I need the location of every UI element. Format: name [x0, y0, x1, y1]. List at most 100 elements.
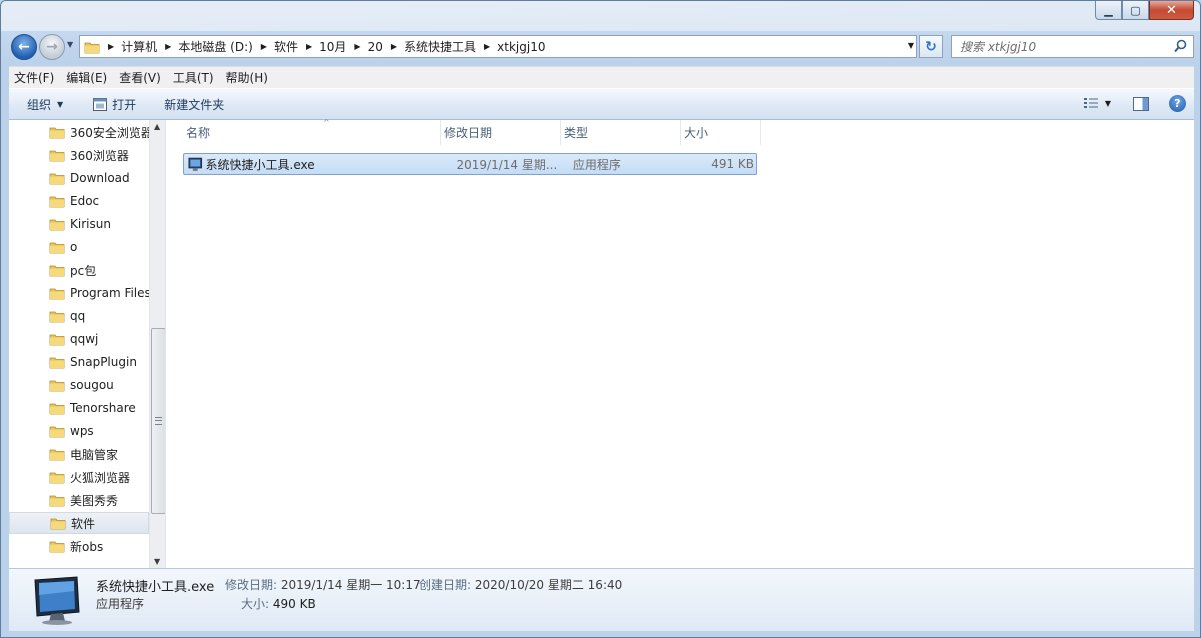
- folder-icon: [49, 357, 65, 369]
- sidebar-item[interactable]: sougou: [9, 374, 149, 396]
- details-modified-label: 修改日期:: [225, 578, 278, 592]
- sidebar-item-label: 美图秀秀: [70, 493, 119, 508]
- sidebar-item[interactable]: 新obs: [9, 535, 149, 557]
- maximize-button[interactable]: ▢: [1122, 1, 1149, 20]
- breadcrumb-separator-icon[interactable]: ▶: [306, 42, 312, 51]
- breadcrumb-item[interactable]: xtkjgj10: [497, 40, 545, 54]
- sidebar-item[interactable]: o: [9, 236, 149, 258]
- sidebar-item[interactable]: 火狐浏览器: [9, 466, 149, 488]
- breadcrumb-separator-icon[interactable]: ▶: [165, 42, 171, 51]
- refresh-icon: ↻: [925, 38, 937, 55]
- help-icon[interactable]: ?: [1169, 95, 1186, 112]
- view-options-dropdown[interactable]: ▼: [1105, 99, 1111, 108]
- scroll-up-icon[interactable]: ▲: [154, 122, 160, 131]
- sidebar-item[interactable]: Download: [9, 167, 149, 189]
- breadcrumb-separator-icon[interactable]: ▶: [484, 42, 490, 51]
- folder-icon: [49, 380, 65, 392]
- organize-button[interactable]: 组织 ▼: [17, 96, 73, 113]
- details-pane: 系统快捷小工具.exe 应用程序 修改日期: 2019/1/14 星期一 10:…: [9, 568, 1194, 631]
- preview-pane-icon[interactable]: [1133, 96, 1149, 111]
- minimize-button[interactable]: ▁: [1095, 1, 1122, 20]
- scroll-down-icon[interactable]: ▼: [154, 557, 160, 566]
- file-row[interactable]: 系统快捷小工具.exe 2019/1/14 星期... 应用程序 491 KB: [183, 153, 757, 175]
- recent-pages-dropdown[interactable]: ▼: [67, 40, 73, 49]
- sidebar-item-label: Tenorshare: [70, 401, 136, 415]
- column-header-name[interactable]: 名称 ^: [183, 118, 441, 145]
- sidebar-item[interactable]: Program Files: [9, 282, 149, 304]
- breadcrumb-item[interactable]: 本地磁盘 (D:): [178, 38, 252, 55]
- sidebar-item-label: Program Files: [70, 286, 149, 300]
- breadcrumb-item[interactable]: 计算机: [121, 38, 157, 55]
- folder-icon: [49, 472, 65, 484]
- maximize-icon: ▢: [1130, 3, 1141, 17]
- open-app-icon: [93, 97, 108, 111]
- breadcrumb-separator-icon[interactable]: ▶: [108, 42, 114, 51]
- title-bar[interactable]: [1, 1, 1200, 31]
- sidebar-item-label: o: [70, 240, 78, 254]
- sidebar-item[interactable]: 360浏览器: [9, 144, 149, 166]
- close-button[interactable]: ✕: [1149, 1, 1194, 20]
- column-modified-label: 修改日期: [444, 126, 493, 140]
- address-bar[interactable]: ▶ 计算机 ▶ 本地磁盘 (D:) ▶ 软件 ▶ 10月 ▶ 20 ▶ 系统快捷工具 ▶ xtkjgj10…: [79, 35, 917, 58]
- menu-file[interactable]: 文件(F): [9, 69, 59, 86]
- sidebar-item-label: SnapPlugin: [70, 355, 137, 369]
- sidebar-item[interactable]: Edoc: [9, 190, 149, 212]
- sidebar-item-label: 360安全浏览器: [70, 125, 149, 140]
- open-button[interactable]: 打开: [83, 96, 146, 113]
- folder-icon: [84, 42, 100, 53]
- new-folder-button[interactable]: 新建文件夹: [154, 96, 234, 113]
- view-details-icon[interactable]: [1083, 97, 1099, 111]
- search-icon[interactable]: [1174, 39, 1187, 53]
- breadcrumb-item[interactable]: 20: [368, 40, 383, 54]
- sidebar-item[interactable]: 360安全浏览器: [9, 121, 149, 143]
- sidebar-item[interactable]: pc包: [9, 259, 149, 281]
- address-history-dropdown[interactable]: ▼: [908, 41, 914, 50]
- menu-edit[interactable]: 编辑(E): [61, 69, 112, 86]
- sidebar-item[interactable]: 美图秀秀: [9, 489, 149, 511]
- sidebar-item[interactable]: Tenorshare: [9, 397, 149, 419]
- sidebar-item[interactable]: wps: [9, 420, 149, 442]
- sidebar-item[interactable]: 电脑管家: [9, 443, 149, 465]
- sidebar-item[interactable]: qq: [9, 305, 149, 327]
- file-name: 系统快捷小工具.exe: [205, 157, 315, 172]
- sidebar-item[interactable]: SnapPlugin: [9, 351, 149, 373]
- menu-help[interactable]: 帮助(H): [221, 69, 273, 86]
- scroll-thumb[interactable]: [151, 328, 165, 514]
- explorer-window: ▁ ▢ ✕ ← → ▼ ▶ 计算机 ▶ 本地磁盘 (D:) ▶ 软件 ▶ 10月 ▶ 20 ▶ 系统快…: [0, 0, 1201, 638]
- refresh-button[interactable]: ↻: [919, 35, 943, 58]
- forward-button[interactable]: →: [39, 34, 65, 60]
- sidebar-item[interactable]: 软件: [9, 512, 149, 534]
- nav-scrollbar[interactable]: ▲ ▼: [149, 120, 165, 568]
- organize-label: 组织: [27, 97, 52, 112]
- search-input[interactable]: [960, 39, 1170, 54]
- content-area: 360安全浏览器 360浏览器 Download Edoc Kirisun o pc包 Pro…: [9, 118, 1194, 568]
- file-type: 应用程序: [572, 157, 621, 172]
- back-button[interactable]: ←: [11, 34, 37, 60]
- column-header-size[interactable]: 大小: [681, 120, 761, 145]
- address-row: ← → ▼ ▶ 计算机 ▶ 本地磁盘 (D:) ▶ 软件 ▶ 10月 ▶ 20 ▶ 系统快捷工具 ▶ xt…: [9, 33, 1194, 61]
- folder-icon: [49, 288, 65, 300]
- column-header-modified[interactable]: 修改日期: [441, 120, 561, 145]
- breadcrumb-separator-icon[interactable]: ▶: [391, 42, 397, 51]
- details-modified: 修改日期: 2019/1/14 星期一 10:17: [225, 576, 421, 593]
- sidebar-item-label: 软件: [71, 516, 96, 531]
- column-header-type[interactable]: 类型: [561, 120, 681, 145]
- menu-view[interactable]: 查看(V): [114, 69, 166, 86]
- folder-icon: [49, 334, 65, 346]
- breadcrumb-separator-icon[interactable]: ▶: [354, 42, 360, 51]
- breadcrumb-item[interactable]: 软件: [274, 38, 298, 55]
- folder-icon: [49, 219, 65, 231]
- column-headers: 名称 ^ 修改日期 类型 大小: [183, 118, 761, 145]
- details-size-value: 490 KB: [272, 597, 316, 611]
- breadcrumb-item[interactable]: 10月: [319, 38, 346, 55]
- breadcrumb-item[interactable]: 系统快捷工具: [404, 38, 476, 55]
- breadcrumb-separator-icon[interactable]: ▶: [261, 42, 267, 51]
- sidebar-item-label: 360浏览器: [70, 148, 129, 163]
- folder-icon: [49, 426, 65, 438]
- menu-tools[interactable]: 工具(T): [168, 69, 219, 86]
- sidebar-item[interactable]: Kirisun: [9, 213, 149, 235]
- sidebar-item[interactable]: qqwj: [9, 328, 149, 350]
- sidebar-item-label: pc包: [70, 263, 97, 278]
- minimize-icon: ▁: [1104, 3, 1113, 17]
- application-icon: [188, 157, 203, 171]
